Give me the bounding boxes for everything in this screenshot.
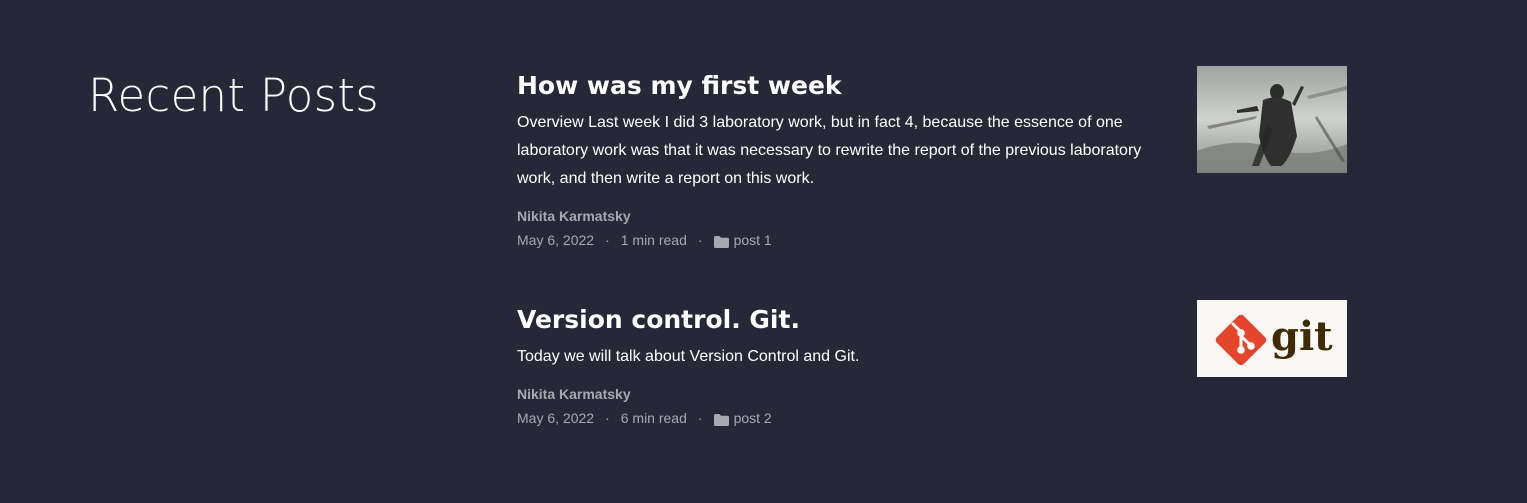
post-thumbnail[interactable]: git: [1197, 300, 1347, 377]
meta-separator: ·: [605, 232, 610, 248]
folder-icon: [713, 234, 729, 248]
post-title-link[interactable]: How was my first week: [517, 66, 1179, 102]
post-thumbnail[interactable]: [1197, 66, 1347, 173]
post-excerpt: Overview Last week I did 3 laboratory wo…: [517, 114, 1142, 187]
section-title: Recent Posts: [88, 69, 380, 122]
post-author: Nikita Karmatsky: [517, 208, 631, 224]
git-logo-icon: git: [1197, 300, 1347, 377]
post-category-link[interactable]: post 2: [734, 409, 772, 427]
post-category-link[interactable]: post 1: [734, 231, 772, 249]
post-meta: May 6, 2022 · 1 min read · post 1: [517, 231, 1179, 249]
meta-separator: ·: [697, 410, 703, 426]
meta-separator: ·: [605, 410, 610, 426]
post-author: Nikita Karmatsky: [517, 386, 631, 402]
post-read-time: 1 min read: [620, 232, 687, 248]
post-title-link[interactable]: Version control. Git.: [517, 300, 1179, 336]
meta-separator: ·: [697, 232, 703, 248]
folder-icon: [713, 412, 729, 426]
post-date: May 6, 2022: [517, 410, 595, 426]
git-logo-text: git: [1271, 313, 1333, 360]
post-text: Version control. Git. Today we will talk…: [517, 300, 1179, 427]
post-read-time: 6 min read: [620, 410, 687, 426]
post-excerpt: Today we will talk about Version Control…: [517, 348, 860, 365]
lone-wanderer-photo-icon: [1197, 66, 1347, 173]
post-card: How was my first week Overview Last week…: [517, 66, 1347, 249]
post-date: May 6, 2022: [517, 232, 595, 248]
post-text: How was my first week Overview Last week…: [517, 66, 1179, 249]
post-card: Version control. Git. Today we will talk…: [517, 300, 1347, 427]
recent-posts-page: Recent Posts How was my first week Overv…: [0, 0, 1527, 503]
post-meta: May 6, 2022 · 6 min read · post 2: [517, 409, 1179, 427]
